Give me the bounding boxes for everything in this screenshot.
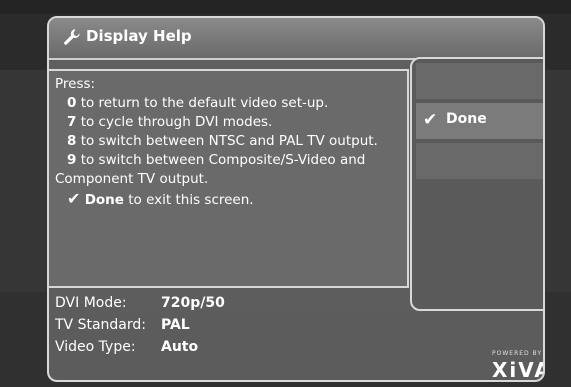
video-type-label: Video Type: [55, 339, 136, 355]
key-9: 9 [67, 152, 77, 168]
status-video-type: Video Type: Auto [55, 336, 225, 358]
key-8: 8 [67, 133, 77, 149]
help-line-8: 8 to switch between NTSC and PAL TV outp… [55, 132, 405, 151]
press-label: Press: [55, 76, 96, 92]
status-tv-standard: TV Standard: PAL [55, 314, 225, 336]
powered-by-label: POWERED BY [492, 350, 543, 357]
checkmark-icon: ✔ [67, 189, 81, 208]
help-text: Press: 0 to return to the default video … [55, 75, 405, 210]
help-line-0-text: to return to the default video set-up. [76, 95, 329, 111]
status-panel: DVI Mode: 720p/50 TV Standard: PAL Video T… [55, 292, 225, 358]
done-key: Done [84, 192, 124, 208]
key-0: 0 [67, 95, 77, 111]
wrench-icon [64, 29, 80, 45]
checkmark-icon: ✔ [423, 110, 438, 130]
video-type-value: Auto [161, 339, 199, 355]
done-button-label: Done [446, 111, 487, 127]
tv-standard-value: PAL [161, 317, 190, 333]
dvi-mode-label: DVI Mode: [55, 295, 127, 311]
help-line-continuation: Component TV output. [55, 171, 209, 187]
help-line-9-text: to switch between Composite/S-Video and [76, 152, 366, 168]
help-line-7-text: to cycle through DVI modes. [76, 114, 273, 130]
menu-item-empty-3[interactable] [416, 143, 543, 179]
help-line-done: ✔ Done to exit this screen. [55, 189, 405, 210]
help-line-0: 0 to return to the default video set-up. [55, 94, 405, 113]
display-help-window: Display Help Press: 0 to return to the d… [47, 16, 545, 382]
help-line-8-text: to switch between NTSC and PAL TV output… [76, 133, 378, 149]
help-line-7: 7 to cycle through DVI modes. [55, 113, 405, 132]
status-dvi-mode: DVI Mode: 720p/50 [55, 292, 225, 314]
help-panel: Press: 0 to return to the default video … [49, 69, 409, 288]
tv-standard-label: TV Standard: [55, 317, 146, 333]
side-menu: ✔ Done [410, 57, 543, 311]
dvi-mode-value: 720p/50 [161, 295, 225, 311]
background-band-top [0, 0, 571, 14]
key-7: 7 [67, 114, 77, 130]
title-bar: Display Help [49, 18, 543, 60]
help-line-9: 9 to switch between Composite/S-Video an… [55, 151, 405, 170]
window-title: Display Help [86, 27, 192, 45]
xiva-logo: XiVA [492, 358, 543, 382]
help-line-done-text: to exit this screen. [123, 192, 254, 208]
done-button[interactable]: ✔ Done [416, 103, 543, 139]
menu-item-empty-1[interactable] [416, 63, 543, 99]
